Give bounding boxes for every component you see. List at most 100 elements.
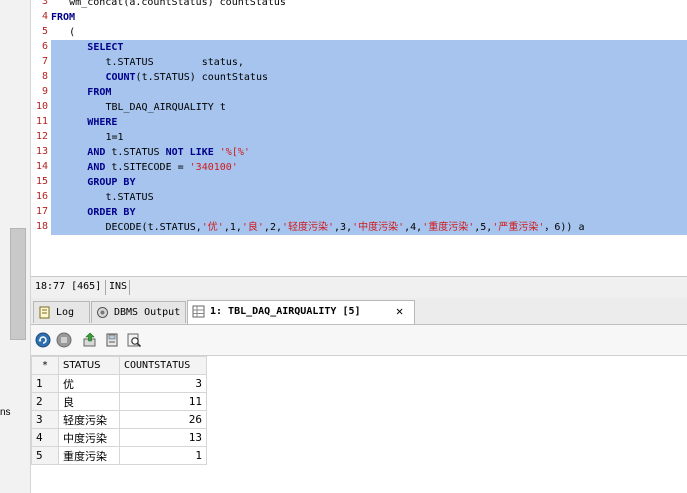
left-panel-scrollbar[interactable] — [10, 228, 26, 340]
code-text: GROUP BY — [87, 176, 135, 189]
tab-dbms-output[interactable]: DBMS Output — [91, 301, 186, 323]
line-number: 17 — [35, 206, 48, 217]
cell-countstatus[interactable]: 1 — [119, 446, 207, 465]
sql-keyword: AND — [87, 162, 106, 173]
line-number: 15 — [35, 176, 48, 187]
table-row[interactable]: 5 重度污染 1 — [31, 446, 207, 465]
sql-token: 1=1 — [105, 132, 124, 143]
editor-status-bar: 18:77 [465] INS — [31, 276, 687, 300]
find-icon[interactable] — [126, 332, 142, 348]
cell-status[interactable]: 轻度污染 — [58, 410, 120, 429]
refresh-icon[interactable] — [35, 332, 51, 348]
row-selector-corner[interactable]: * — [31, 356, 59, 375]
sql-keyword: AND — [87, 147, 106, 158]
code-text: COUNT(t.STATUS) countStatus — [105, 71, 268, 84]
code-line[interactable]: 7 t.STATUS status, — [31, 55, 687, 70]
sql-token: wm_concat(a.countStatus) countStatus — [69, 0, 286, 8]
tab-log-label: Log — [56, 307, 75, 318]
result-grid[interactable]: * STATUS COUNTSTATUS 1 优 3 2 良 11 3 轻度污染 26 4 中度污染… — [31, 356, 687, 493]
selection-highlight — [51, 85, 687, 100]
line-number: 5 — [41, 26, 48, 37]
code-text: FROM — [87, 86, 111, 99]
cell-status[interactable]: 良 — [58, 392, 120, 411]
row-number[interactable]: 5 — [31, 446, 59, 465]
code-line[interactable]: 6 SELECT — [31, 40, 687, 55]
sql-keyword: ORDER BY — [87, 207, 136, 218]
column-header-countstatus[interactable]: COUNTSTATUS — [119, 356, 207, 375]
code-line[interactable]: 10 TBL_DAQ_AIRQUALITY t — [31, 100, 687, 115]
row-number[interactable]: 3 — [31, 410, 59, 429]
cell-status[interactable]: 重度污染 — [58, 446, 120, 465]
code-line[interactable]: 5( — [31, 25, 687, 40]
code-line[interactable]: 8 COUNT(t.STATUS) countStatus — [31, 70, 687, 85]
sql-string: '340100' — [189, 162, 238, 173]
tab-result-grid[interactable]: 1: TBL_DAQ_AIRQUALITY [5] ✕ — [187, 300, 415, 324]
sql-string: '中度污染' — [352, 222, 405, 233]
sql-string: '优' — [201, 222, 224, 233]
cell-countstatus[interactable]: 3 — [119, 374, 207, 393]
sql-keyword: NOT LIKE — [165, 147, 214, 158]
close-icon[interactable]: ✕ — [396, 304, 403, 318]
code-line[interactable]: 4 FROM — [31, 10, 687, 25]
sql-token: t.SITECODE = — [105, 162, 190, 173]
row-number[interactable]: 2 — [31, 392, 59, 411]
results-toolbar — [31, 325, 687, 356]
cell-status[interactable]: 中度污染 — [58, 428, 120, 447]
stop-icon[interactable] — [56, 332, 72, 348]
sql-token: ,1, — [223, 222, 242, 233]
code-text: 1=1 — [105, 131, 123, 144]
code-text: t.STATUS — [105, 191, 153, 204]
sql-token: ,5, — [474, 222, 493, 233]
line-number: 14 — [35, 161, 48, 172]
code-line[interactable]: 13 AND t.STATUS NOT LIKE '%[%' — [31, 145, 687, 160]
export-icon[interactable] — [82, 332, 98, 348]
line-number: 4 — [41, 11, 48, 22]
row-number[interactable]: 4 — [31, 428, 59, 447]
code-text: ORDER BY — [87, 206, 135, 219]
save-icon[interactable] — [104, 332, 120, 348]
sql-string: '重度污染' — [422, 222, 475, 233]
cell-countstatus[interactable]: 11 — [119, 392, 207, 411]
left-panel-text: ns — [0, 407, 11, 418]
code-text: t.STATUS status, — [105, 56, 243, 69]
cell-countstatus[interactable]: 26 — [119, 410, 207, 429]
code-line[interactable]: 9 FROM — [31, 85, 687, 100]
cell-status[interactable]: 优 — [58, 374, 120, 393]
code-line[interactable]: 18 DECODE(t.STATUS,'优',1,'良',2,'轻度污染',3,'… — [31, 220, 687, 235]
sql-token: ( — [69, 27, 76, 38]
dbms-output-icon — [97, 307, 108, 318]
insert-mode: INS — [109, 281, 128, 292]
column-header-status[interactable]: STATUS — [58, 356, 120, 375]
sql-token: t.STATUS — [105, 192, 154, 203]
table-row[interactable]: 2 良 11 — [31, 392, 207, 411]
table-row[interactable]: 1优3 — [31, 374, 207, 393]
sql-token: t.STATUS — [105, 147, 166, 158]
line-number: 16 — [35, 191, 48, 202]
tab-result-grid-label: 1: TBL_DAQ_AIRQUALITY [5] — [210, 306, 361, 317]
left-panel: ns — [0, 0, 31, 493]
sql-keyword: FROM — [51, 12, 76, 23]
cell-countstatus[interactable]: 13 — [119, 428, 207, 447]
code-line[interactable]: 3 wm_concat(a.countStatus) countStatus — [31, 0, 687, 10]
code-text: AND t.SITECODE = '340100' — [87, 161, 238, 174]
code-line[interactable]: 12 1=1 — [31, 130, 687, 145]
line-number: 12 — [35, 131, 48, 142]
selection-highlight — [51, 130, 687, 145]
sql-editor[interactable]: 3 wm_concat(a.countStatus) countStatus 4 FR… — [31, 0, 687, 276]
code-line[interactable]: 14 AND t.SITECODE = '340100' — [31, 160, 687, 175]
table-row[interactable]: 3 轻度污染 26 — [31, 410, 207, 429]
code-line[interactable]: 11 WHERE — [31, 115, 687, 130]
sql-string: '良' — [241, 222, 264, 233]
code-line[interactable]: 16 t.STATUS — [31, 190, 687, 205]
code-text: AND t.STATUS NOT LIKE '%[%' — [87, 146, 250, 159]
line-number: 8 — [41, 71, 48, 82]
tab-log[interactable]: Log — [33, 301, 90, 323]
code-line[interactable]: 15 GROUP BY — [31, 175, 687, 190]
table-row[interactable]: 4 中度污染 13 — [31, 428, 207, 447]
code-text: SELECT — [87, 41, 123, 54]
code-text: WHERE — [87, 116, 117, 129]
row-number[interactable]: 1 — [31, 374, 59, 393]
sql-keyword: COUNT — [105, 72, 136, 83]
code-line[interactable]: 17 ORDER BY — [31, 205, 687, 220]
sql-keyword: WHERE — [87, 117, 118, 128]
